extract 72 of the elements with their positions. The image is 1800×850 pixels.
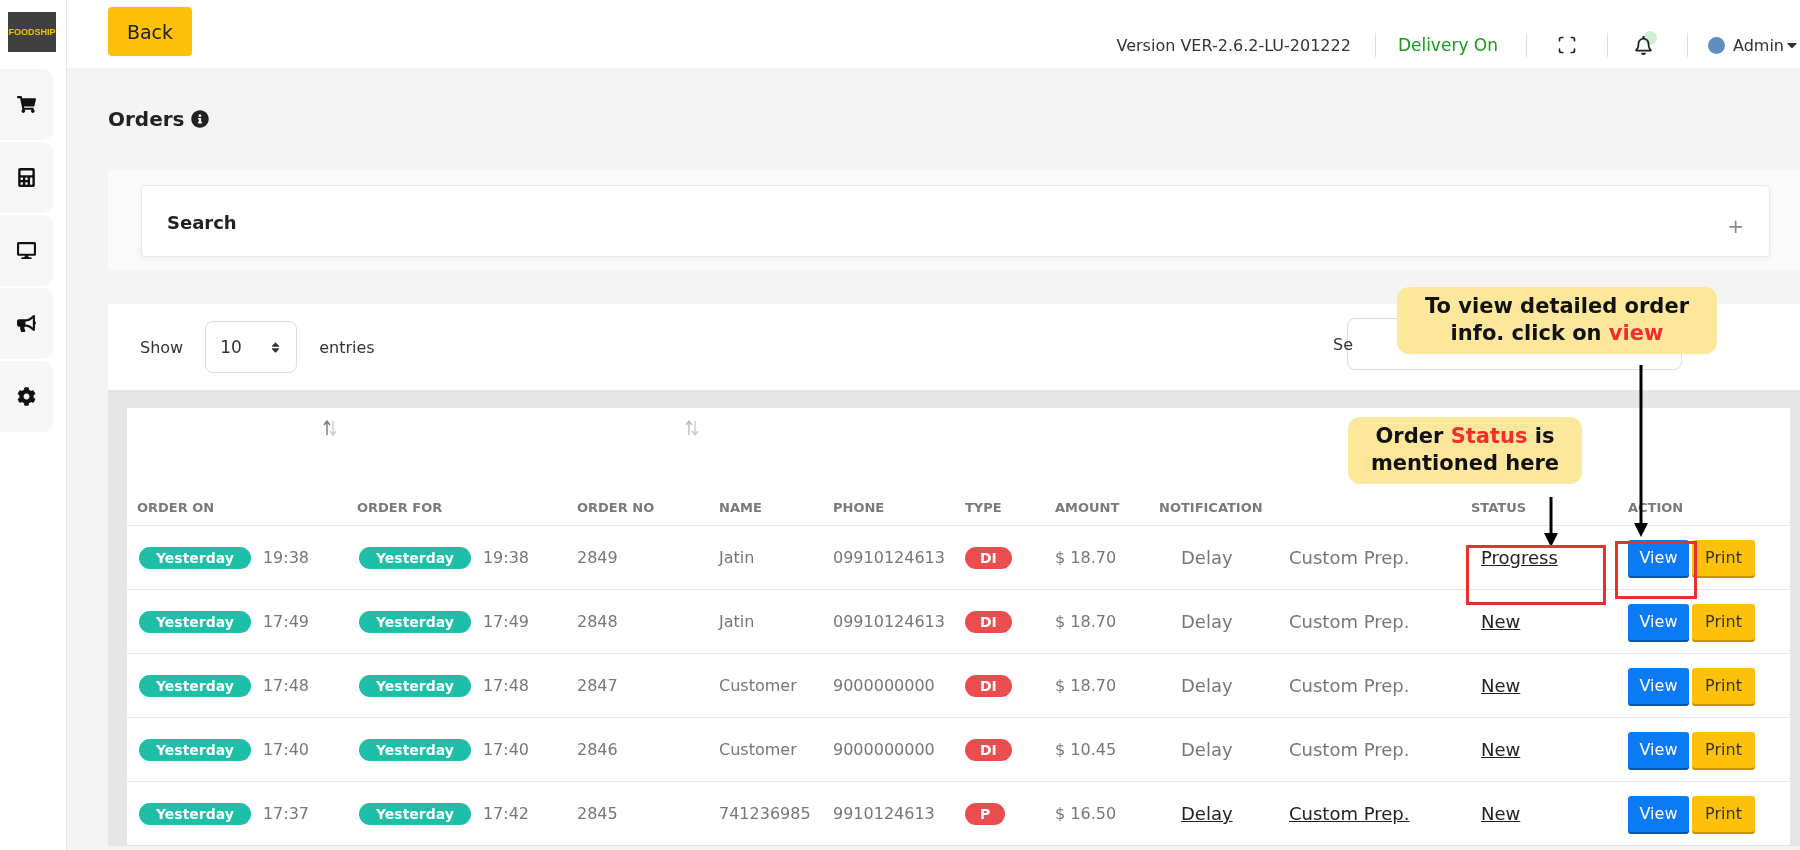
page-title: Orders [108,107,185,131]
table-cell-text: 9000000000 [832,676,936,695]
table-cell-text: $ 10.45 [1054,740,1118,759]
entries-label: entries [319,337,375,357]
table-cell: 19:38 [482,548,530,567]
column-header: TYPE [964,500,1003,515]
type-badge: P [965,802,1006,825]
search-label: Se [1333,334,1353,354]
notification-text: Delay [1180,547,1234,568]
table-cell-text: 2848 [576,612,619,631]
notification-text: Delay [1180,611,1234,632]
table-cell-text: Jatin [717,612,756,631]
table-cell: 17:40 [262,740,310,759]
type-badge: DI [965,546,1012,569]
notification-text: Delay [1180,675,1234,696]
column-header: PHONE [832,500,886,515]
table-cell-text: 2847 [576,676,619,695]
type-badge: DI [965,738,1012,761]
table-cell-text: $ 16.50 [1054,804,1118,823]
delivery-status: Delivery On [1396,35,1499,55]
table-cell-text: Customer [718,676,798,695]
day-badge: Yesterday [139,738,251,761]
column-header: ORDER NO [576,500,656,515]
table-cell-text: 2845 [576,804,619,823]
prep-text: Custom Prep. [1288,675,1411,696]
column-header: ORDER ON [136,500,216,515]
version-text: Version VER-2.6.2-LU-201222 [1116,35,1352,55]
table-cell-text: 2849 [576,548,619,567]
day-badge: Yesterday [139,610,251,633]
type-badge: DI [965,610,1012,633]
prep-text: Custom Prep. [1288,547,1411,568]
table-cell-text: 09910124613 [832,548,946,567]
table-cell: 17:48 [482,676,530,695]
table-cell-text: Jatin [717,548,756,567]
table-cell-text: $ 18.70 [1054,612,1118,631]
prep-text: Custom Prep. [1288,611,1411,632]
table-cell: 17:48 [262,676,310,695]
table-cell-text: $ 18.70 [1054,676,1118,695]
day-badge: Yesterday [359,738,471,761]
column-header: ORDER FOR [356,500,444,515]
day-badge: Yesterday [359,546,471,569]
table-cell: 17:37 [262,804,310,823]
column-header: NOTIFICATION [1158,500,1264,515]
table-cell-text: 741236985 [718,804,812,823]
table-cell-text: 9000000000 [832,740,936,759]
notification-text: Delay [1180,739,1234,760]
day-badge: Yesterday [139,802,251,825]
callout-tooltip: To view detailed order info. click on view [1397,287,1717,354]
table-cell-text: 2846 [576,740,619,759]
prep-text: Custom Prep. [1288,739,1411,760]
column-header: NAME [718,500,763,515]
callout-tooltip: Order Status is mentioned here [1348,417,1582,484]
table-cell: 19:38 [262,548,310,567]
day-badge: Yesterday [139,546,251,569]
day-badge: Yesterday [359,802,471,825]
table-cell: 17:42 [482,804,530,823]
logo: FOODSHIP [8,12,56,52]
day-badge: Yesterday [139,674,251,697]
day-badge: Yesterday [359,674,471,697]
search-title: Search [167,212,237,233]
table-cell-text: 09910124613 [832,612,946,631]
type-badge: DI [965,674,1012,697]
column-header: STATUS [1470,500,1528,515]
table-cell-text: $ 18.70 [1054,548,1118,567]
table-cell: 17:40 [482,740,530,759]
table-cell-text: Customer [718,740,798,759]
table-cell: 17:49 [482,612,530,631]
day-badge: Yesterday [359,610,471,633]
table-cell: 17:49 [262,612,310,631]
show-label: Show [140,337,184,357]
table-cell-text: 9910124613 [832,804,936,823]
column-header: AMOUNT [1054,500,1121,515]
